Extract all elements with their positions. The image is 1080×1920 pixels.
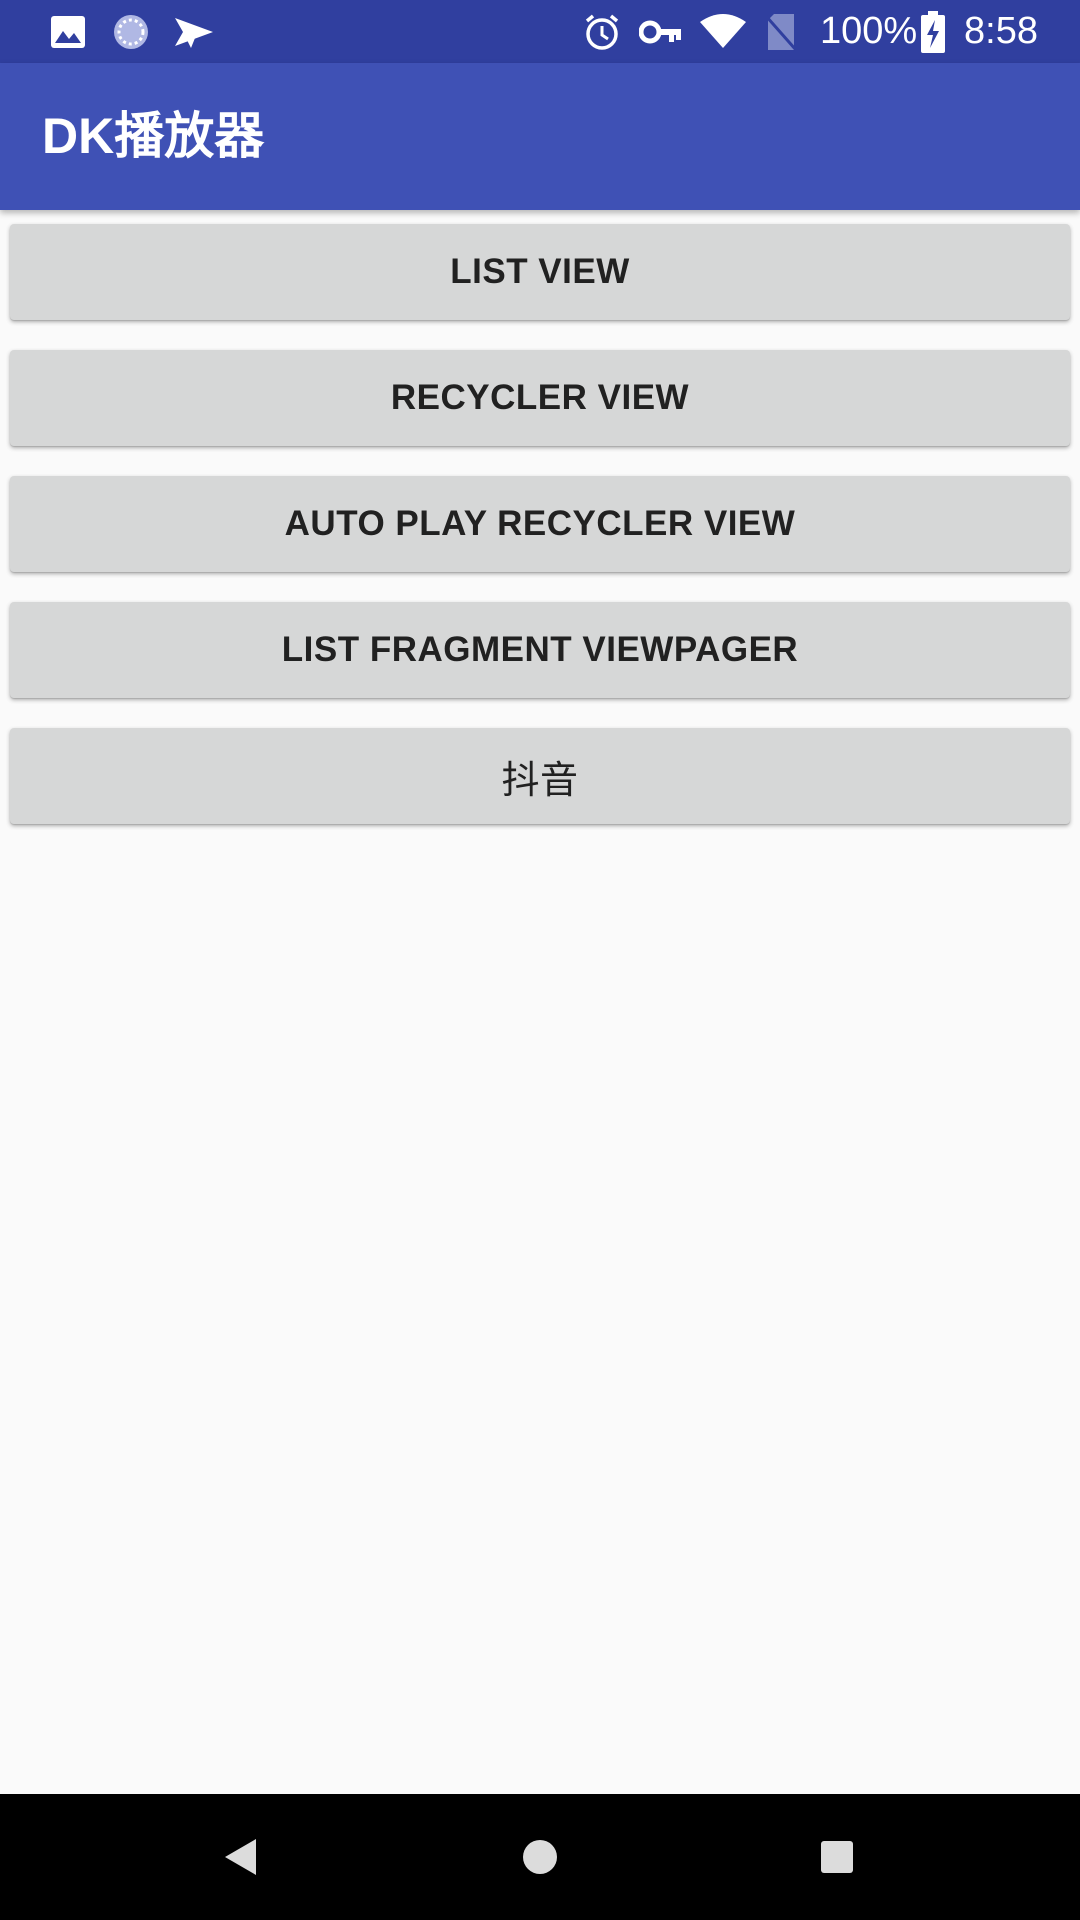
recycler-view-button[interactable]: RECYCLER VIEW <box>10 350 1070 446</box>
status-bar: 100% 8:58 <box>0 0 1080 63</box>
image-icon <box>48 0 88 63</box>
screen: 100% 8:58 DK播放器 LIST VIEW RECYCLER VIEW … <box>0 0 1080 1920</box>
recents-button[interactable] <box>777 1794 897 1920</box>
button-label: LIST FRAGMENT VIEWPAGER <box>281 630 799 669</box>
back-button[interactable] <box>180 1794 300 1920</box>
vpn-key-icon <box>638 0 684 63</box>
app-title: DK播放器 <box>42 108 265 164</box>
auto-play-recycler-view-button[interactable]: AUTO PLAY RECYCLER VIEW <box>10 476 1070 572</box>
button-label: AUTO PLAY RECYCLER VIEW <box>284 504 796 543</box>
list-view-button[interactable]: LIST VIEW <box>10 224 1070 320</box>
home-icon <box>523 1840 557 1874</box>
douyin-button[interactable]: 抖音 <box>10 728 1070 824</box>
app-bar: DK播放器 <box>0 63 1080 210</box>
clock: 8:58 <box>964 10 1038 52</box>
no-sim-icon <box>762 0 800 63</box>
battery-percentage: 100% <box>820 10 918 52</box>
button-label: 抖音 <box>501 757 579 802</box>
wifi-icon <box>698 0 748 63</box>
back-icon <box>225 1839 256 1875</box>
sync-icon <box>110 0 152 63</box>
recents-icon <box>821 1841 853 1873</box>
button-label: RECYCLER VIEW <box>390 378 690 417</box>
battery-charging-icon <box>918 0 948 63</box>
alarm-icon <box>582 0 622 63</box>
list-fragment-viewpager-button[interactable]: LIST FRAGMENT VIEWPAGER <box>10 602 1070 698</box>
button-label: LIST VIEW <box>450 252 630 291</box>
home-button[interactable] <box>480 1794 600 1920</box>
navigation-bar <box>0 1794 1080 1920</box>
send-icon <box>172 0 216 63</box>
